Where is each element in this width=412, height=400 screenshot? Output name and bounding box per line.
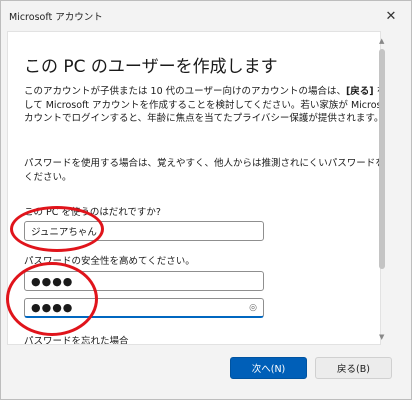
content-panel: この PC のユーザーを作成します このアカウントが子供または 10 代のユーザ…	[7, 31, 381, 345]
intro-text-start: このアカウントが子供または 10 代のユーザー向けのアカウントの場合は、	[24, 86, 346, 97]
password-note: パスワードを使用する場合は、覚えやすく、他人からは推測されにくいパスワードを選ん…	[24, 158, 381, 183]
intro-text: このアカウントが子供または 10 代のユーザー向けのアカウントの場合は、[戻る]…	[24, 85, 380, 126]
page-title: この PC のユーザーを作成します	[24, 57, 278, 77]
user-name-value: ジュニアちゃん	[31, 227, 97, 238]
scrollbar-thumb[interactable]	[379, 49, 385, 269]
window-title: Microsoft アカウント	[9, 12, 103, 23]
forgot-password-link[interactable]: パスワードを忘れた場合	[24, 333, 129, 344]
confirm-password-value: ●●●●	[31, 301, 74, 314]
scroll-down-icon[interactable]: ▼	[379, 333, 384, 341]
intro-text-back-ref: [戻る]	[345, 86, 374, 97]
password-label: パスワードの安全性を高めてください。	[24, 256, 195, 267]
back-button[interactable]: 戻る(B)	[315, 357, 392, 379]
dialog-window: Microsoft アカウント ✕ この PC のユーザーを作成します このアカ…	[0, 0, 412, 400]
scroll-up-icon[interactable]: ▲	[379, 37, 384, 45]
password-value: ●●●●	[31, 274, 74, 288]
title-bar: Microsoft アカウント ✕	[1, 1, 411, 31]
password-input[interactable]: ●●●●	[24, 271, 264, 291]
vertical-scrollbar[interactable]: ▲ ▼	[377, 37, 387, 343]
next-button[interactable]: 次へ(N)	[230, 357, 307, 379]
reveal-password-icon[interactable]: ◎	[249, 303, 257, 313]
user-name-input[interactable]: ジュニアちゃん	[24, 221, 264, 241]
user-name-label: この PC を使うのはだれですか?	[24, 207, 161, 218]
close-icon[interactable]: ✕	[371, 1, 411, 31]
confirm-password-input[interactable]: ●●●● ◎	[24, 298, 264, 318]
